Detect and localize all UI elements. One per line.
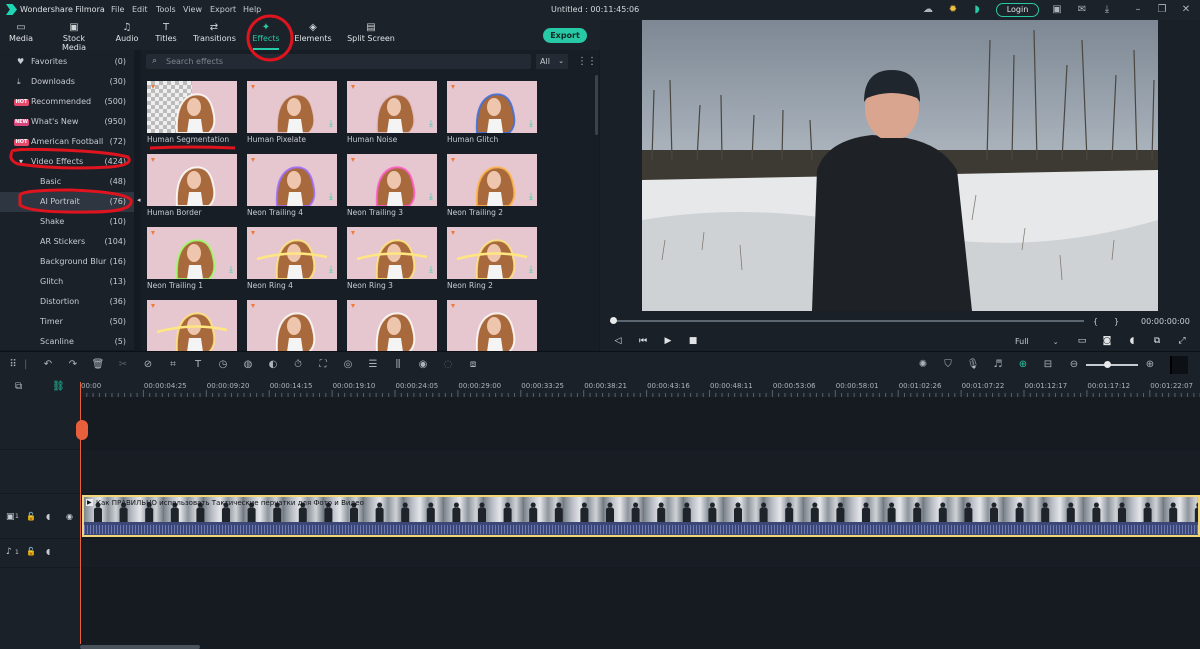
ai-portrait-circle (18, 188, 133, 214)
effects-tab-circle (246, 14, 294, 62)
video-effects-circle (9, 147, 131, 170)
red-annotations (9, 14, 294, 214)
human-segmentation-underline (149, 145, 236, 150)
